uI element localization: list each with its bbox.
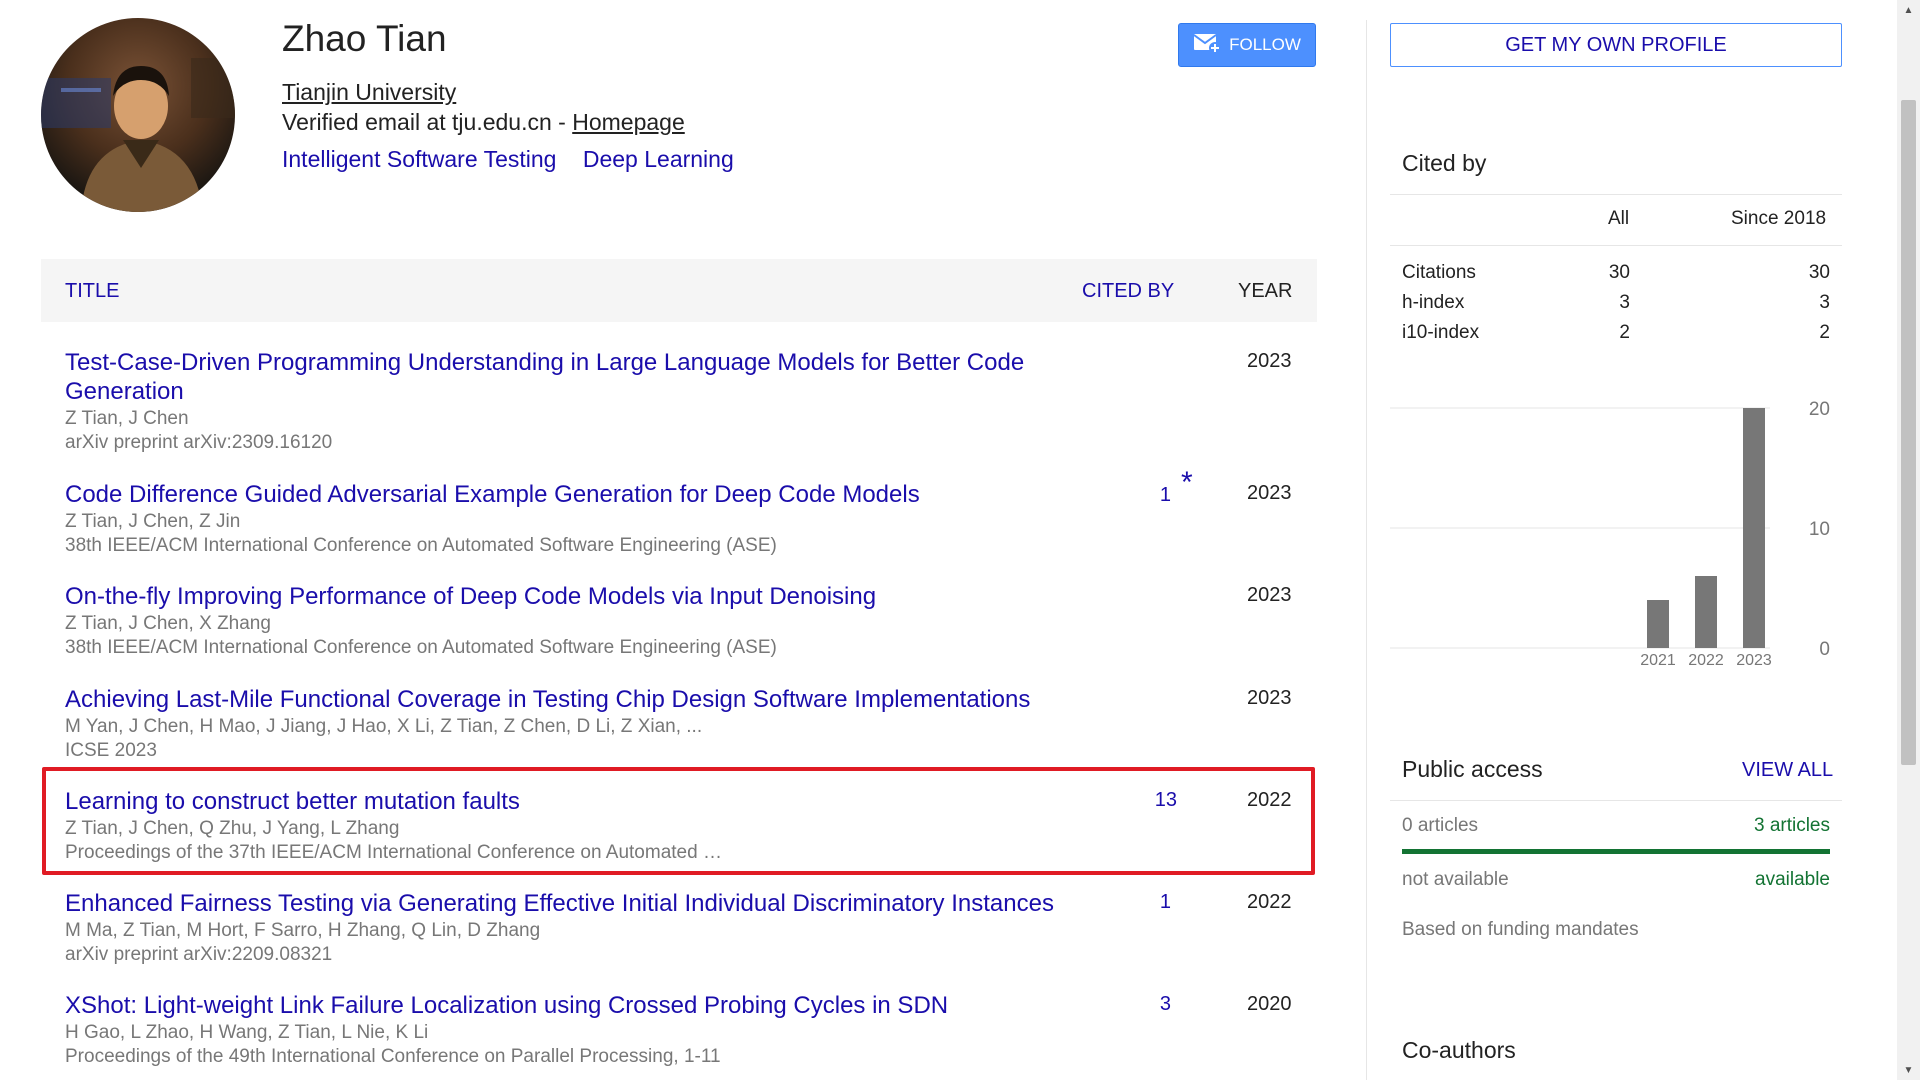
- homepage-link[interactable]: Homepage: [572, 109, 685, 135]
- affiliation-link[interactable]: Tianjin University: [282, 79, 456, 106]
- scroll-up-arrow-icon[interactable]: ▲: [1897, 0, 1920, 20]
- public-access-progress-bar: [1402, 849, 1830, 854]
- publication-title[interactable]: Code Difference Guided Adversarial Examp…: [65, 480, 1065, 509]
- cited-by-count[interactable]: 1: [1160, 484, 1171, 507]
- research-interests: Intelligent Software Testing Deep Learni…: [282, 146, 754, 173]
- publication-authors: Z Tian, J Chen: [65, 408, 189, 429]
- chart-y-tick-label: 0: [1819, 639, 1830, 660]
- stats-col-since: Since 2018: [1731, 208, 1827, 229]
- scrollbar-thumb[interactable]: [1901, 100, 1916, 765]
- sort-by-title[interactable]: TITLE: [65, 280, 119, 303]
- table-row: On-the-fly Improving Performance of Deep…: [41, 582, 1317, 662]
- public-access-heading: Public access: [1402, 756, 1543, 782]
- publication-venue: Proceedings of the 49th International Co…: [65, 1046, 721, 1067]
- stats-value-all: 3: [1619, 292, 1630, 313]
- publication-authors: M Ma, Z Tian, M Hort, F Sarro, H Zhang, …: [65, 920, 541, 941]
- stats-value-since: 3: [1819, 292, 1830, 313]
- stats-row-i10-index: i10-index 2 2: [1402, 322, 1830, 346]
- interest-link-software-testing[interactable]: Intelligent Software Testing: [282, 146, 556, 172]
- verified-email: Verified email at tju.edu.cn - Homepage: [282, 109, 685, 136]
- publication-authors: Z Tian, J Chen, Q Zhu, J Yang, L Zhang: [65, 818, 400, 839]
- divider: [1390, 245, 1842, 246]
- table-row: Test-Case-Driven Programming Understandi…: [41, 348, 1317, 458]
- get-my-own-profile-button[interactable]: GET MY OWN PROFILE: [1390, 23, 1842, 67]
- stats-label: h-index: [1402, 292, 1465, 313]
- chart-y-tick-label: 20: [1809, 399, 1830, 420]
- email-text: Verified email at tju.edu.cn -: [282, 109, 573, 135]
- publication-year: 2023: [1247, 482, 1292, 504]
- publication-title[interactable]: Test-Case-Driven Programming Understandi…: [65, 348, 1065, 406]
- publications-table-header: TITLE CITED BY YEAR: [41, 259, 1317, 322]
- scroll-down-arrow-icon[interactable]: ▼: [1897, 1060, 1920, 1080]
- co-authors-heading: Co-authors: [1402, 1037, 1516, 1063]
- publication-year: 2023: [1247, 687, 1292, 709]
- publication-venue: 38th IEEE/ACM International Conference o…: [65, 535, 777, 556]
- stats-row-citations: Citations 30 30: [1402, 262, 1830, 286]
- stats-label: Citations: [1402, 262, 1476, 283]
- publication-authors: M Yan, J Chen, H Mao, J Jiang, J Hao, X …: [65, 716, 703, 737]
- public-access-view-all-link[interactable]: VIEW ALL: [1742, 759, 1833, 782]
- publication-title[interactable]: Achieving Last-Mile Functional Coverage …: [65, 685, 1065, 714]
- stats-value-since: 30: [1808, 262, 1830, 283]
- cited-by-count[interactable]: 3: [1160, 993, 1171, 1016]
- publication-venue: ICSE 2023: [65, 740, 157, 761]
- vertical-scrollbar[interactable]: ▲ ▼: [1897, 0, 1920, 1080]
- follow-label: FOLLOW: [1229, 35, 1301, 54]
- table-row: Learning to construct better mutation fa…: [41, 787, 1317, 867]
- mail-plus-icon: [1193, 32, 1222, 59]
- chart-x-tick-label: 2023: [1736, 652, 1772, 669]
- publication-authors: H Gao, L Zhao, H Wang, Z Tian, L Nie, K …: [65, 1022, 429, 1043]
- stats-value-since: 2: [1819, 322, 1830, 343]
- profile-photo: [41, 18, 235, 212]
- table-row: Enhanced Fairness Testing via Generating…: [41, 889, 1317, 969]
- cited-by-count[interactable]: 13: [1155, 789, 1177, 812]
- chart-bar-2021[interactable]: [1647, 600, 1669, 648]
- publication-title[interactable]: Enhanced Fairness Testing via Generating…: [65, 889, 1065, 918]
- publication-venue: arXiv preprint arXiv:2309.16120: [65, 432, 333, 453]
- stats-row-h-index: h-index 3 3: [1402, 292, 1830, 316]
- table-row: Achieving Last-Mile Functional Coverage …: [41, 685, 1317, 765]
- publication-title[interactable]: XShot: Light-weight Link Failure Localiz…: [65, 991, 1065, 1020]
- column-divider: [1366, 20, 1367, 1080]
- funding-mandates-note: Based on funding mandates: [1402, 919, 1639, 940]
- publication-title[interactable]: On-the-fly Improving Performance of Deep…: [65, 582, 1065, 611]
- publication-venue: arXiv preprint arXiv:2209.08321: [65, 944, 333, 965]
- publication-authors: Z Tian, J Chen, X Zhang: [65, 613, 271, 634]
- available-count-link[interactable]: 3 articles: [1754, 815, 1830, 837]
- publication-year: 2022: [1247, 789, 1292, 811]
- cited-by-heading: Cited by: [1402, 150, 1487, 176]
- chart-y-tick-label: 10: [1809, 519, 1830, 540]
- publication-title[interactable]: Learning to construct better mutation fa…: [65, 787, 1065, 816]
- profile-name: Zhao Tian: [282, 18, 447, 59]
- publication-year: 2023: [1247, 350, 1292, 372]
- stats-value-all: 30: [1608, 262, 1630, 283]
- stats-value-all: 2: [1619, 322, 1630, 343]
- cited-by-count[interactable]: 1: [1160, 891, 1171, 914]
- table-row: XShot: Light-weight Link Failure Localiz…: [41, 991, 1317, 1071]
- publication-year: 2022: [1247, 891, 1292, 913]
- publication-year: 2020: [1247, 993, 1292, 1015]
- table-row: Code Difference Guided Adversarial Examp…: [41, 466, 1317, 560]
- stats-col-all: All: [1608, 208, 1630, 229]
- chart-bar-2023[interactable]: [1743, 408, 1765, 648]
- not-available-count-link[interactable]: 0 articles: [1402, 815, 1478, 837]
- chart-x-tick-label: 2021: [1640, 652, 1676, 669]
- interest-link-deep-learning[interactable]: Deep Learning: [583, 146, 734, 172]
- merged-citations-star[interactable]: *: [1181, 466, 1193, 500]
- publication-year: 2023: [1247, 584, 1292, 606]
- publication-venue: Proceedings of the 37th IEEE/ACM Interna…: [65, 842, 722, 863]
- stats-label: i10-index: [1402, 322, 1480, 343]
- follow-button[interactable]: FOLLOW: [1178, 23, 1316, 67]
- not-available-label: not available: [1402, 869, 1509, 890]
- available-label: available: [1755, 869, 1830, 890]
- divider: [1390, 800, 1842, 801]
- sort-by-cited[interactable]: CITED BY: [1082, 280, 1174, 303]
- publication-authors: Z Tian, J Chen, Z Jin: [65, 511, 241, 532]
- sort-by-year[interactable]: YEAR: [1238, 280, 1292, 303]
- publication-venue: 38th IEEE/ACM International Conference o…: [65, 637, 777, 658]
- citations-per-year-chart: 0 10 20 2021 2022 2023: [1390, 399, 1830, 669]
- divider: [1390, 194, 1842, 195]
- chart-x-tick-label: 2022: [1688, 652, 1724, 669]
- chart-bar-2022[interactable]: [1695, 576, 1717, 648]
